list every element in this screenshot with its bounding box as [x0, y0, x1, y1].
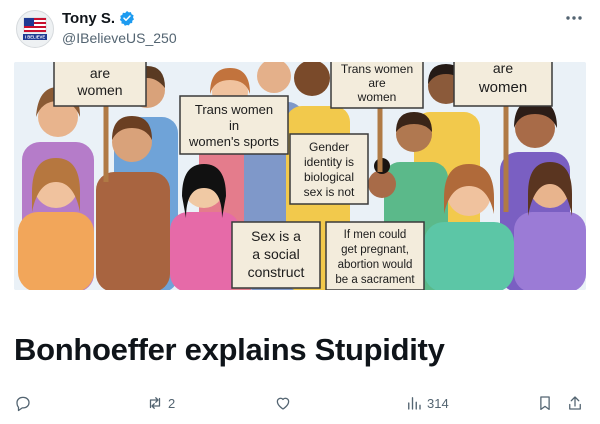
like-button[interactable]	[274, 392, 292, 414]
repost-icon	[149, 397, 161, 409]
reply-icon	[16, 396, 30, 412]
sign-text-line: Gender	[309, 140, 349, 154]
sign-text-line: women's sports	[188, 134, 279, 149]
user-handle[interactable]: @IBelieveUS_250	[62, 30, 177, 46]
views-button[interactable]: 314	[405, 392, 449, 414]
protest-sign: If men could get pregnant, abortion woul…	[325, 221, 425, 290]
protest-sign: Trans women are women	[330, 62, 424, 109]
bookmark-icon	[540, 396, 550, 411]
protest-sign: Sex is a a social construct	[231, 221, 321, 289]
protest-sign: are women	[53, 62, 147, 107]
sign-text-line: If men could	[344, 229, 407, 241]
sign-text-line: Sex is a	[251, 228, 301, 244]
sign-text-line: a social	[252, 246, 299, 262]
sign-text-line: be a sacrament	[335, 274, 415, 286]
views-count: 314	[427, 395, 449, 411]
sign-text-line: are	[90, 65, 110, 81]
protest-sign: are women	[453, 62, 553, 107]
sign-text-line: Trans women	[195, 102, 273, 117]
sign-text-line: Trans women	[341, 62, 413, 76]
more-options-icon[interactable]	[564, 8, 584, 28]
sign-text-line: construct	[248, 264, 305, 280]
post-headline: Bonhoeffer explains Stupidity	[14, 332, 445, 367]
reply-button[interactable]	[14, 392, 32, 414]
flag-avatar-icon: I BELIEVE	[23, 17, 47, 40]
sign-text-line: get pregnant,	[341, 244, 409, 256]
sign-text-line: women	[357, 90, 397, 104]
avatar-caption: I BELIEVE	[25, 35, 45, 40]
protest-sign: Trans women in women's sports	[179, 95, 289, 155]
display-name[interactable]: Tony S.	[62, 10, 115, 27]
sign-text-line: abortion would	[338, 259, 413, 271]
post-image[interactable]: are women Trans women are women are wome…	[14, 62, 586, 290]
share-icon	[569, 396, 581, 410]
action-bar: 2 314	[0, 392, 600, 414]
protest-sign: Gender identity is biological sex is not	[289, 133, 369, 205]
sign-text-line: are	[493, 62, 513, 76]
post-header: I BELIEVE Tony S. @IBelieveUS_250	[0, 0, 600, 56]
avatar[interactable]: I BELIEVE	[16, 10, 54, 48]
heart-icon	[276, 397, 290, 410]
sign-text-line: women	[478, 79, 527, 96]
sign-text-line: identity is	[304, 155, 354, 169]
sign-text-line: are	[368, 76, 386, 90]
verified-badge-icon	[119, 11, 135, 26]
sign-text-line: sex is not	[304, 185, 355, 199]
repost-button[interactable]: 2	[146, 392, 175, 414]
bookmark-button[interactable]	[536, 392, 554, 414]
sign-text-line: in	[229, 118, 239, 133]
views-chart-icon	[408, 397, 421, 410]
share-button[interactable]	[566, 392, 584, 414]
repost-count: 2	[168, 395, 176, 411]
sign-text-line: biological	[304, 170, 354, 184]
crowd-illustration: are women Trans women are women are wome…	[14, 62, 586, 290]
sign-text-line: women	[76, 82, 122, 98]
